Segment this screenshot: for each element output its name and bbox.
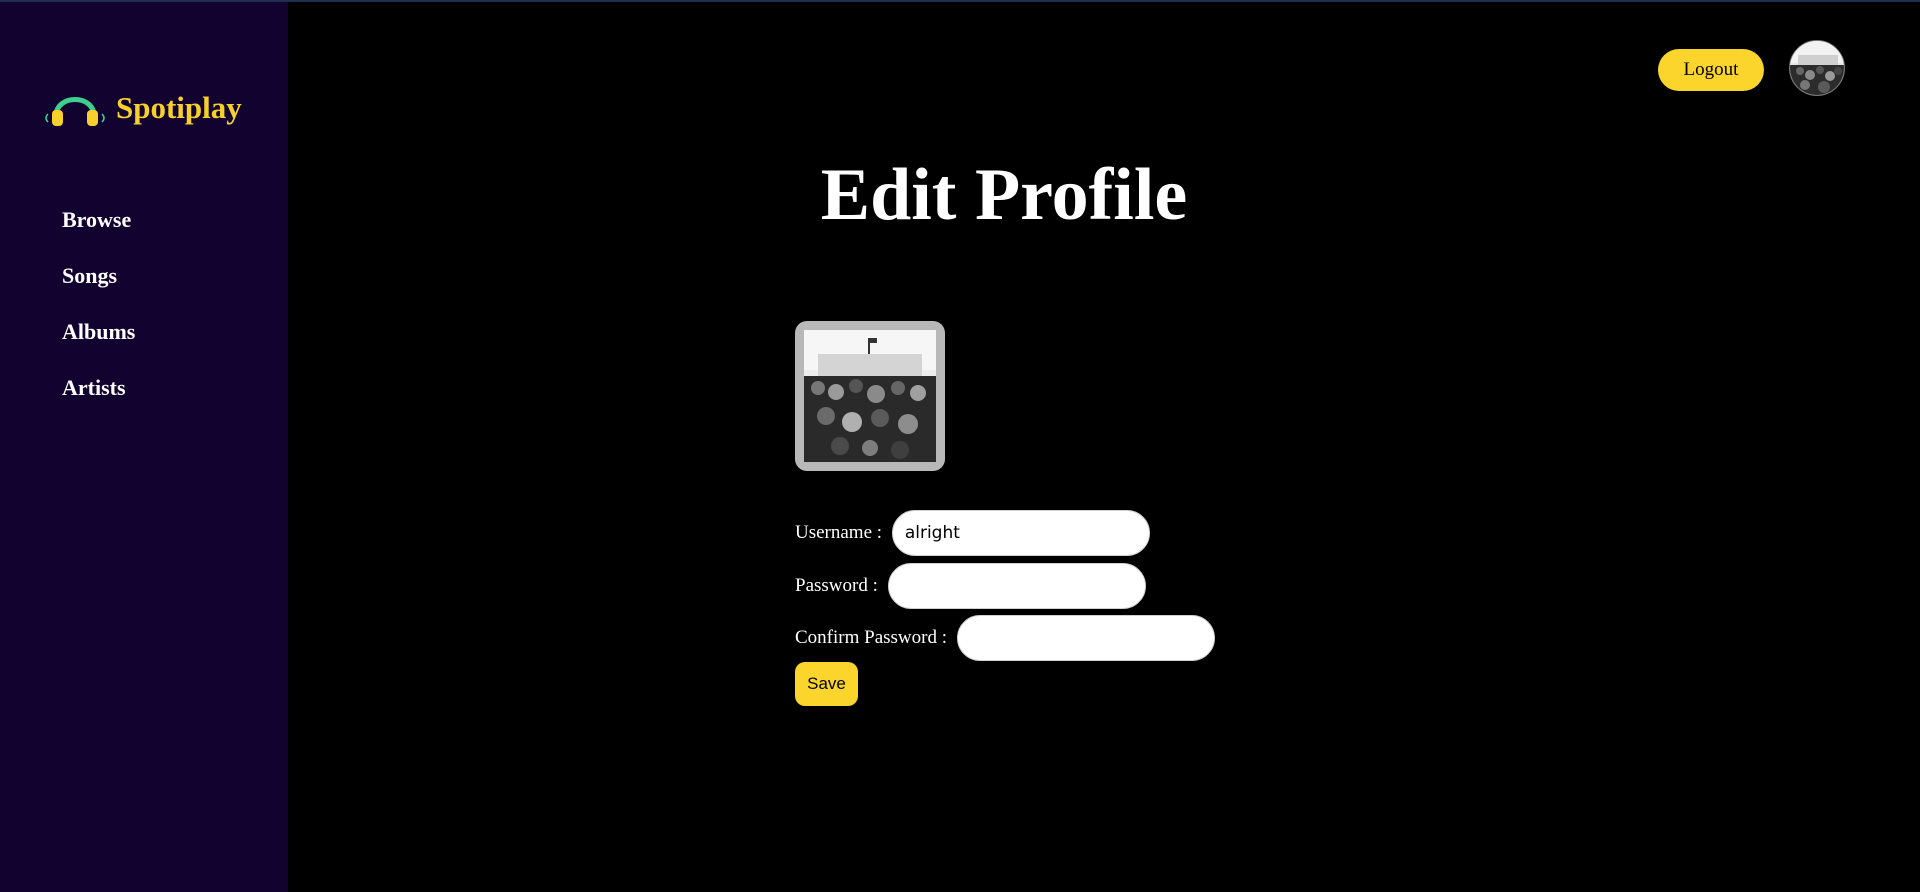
confirm-password-input[interactable] (956, 615, 1215, 661)
username-label: Username : (795, 522, 887, 543)
username-row: Username : (795, 510, 1150, 556)
username-input[interactable] (891, 510, 1150, 556)
sidebar-item-songs[interactable]: Songs (62, 263, 135, 289)
sidebar-nav: Browse Songs Albums Artists (62, 207, 135, 431)
sidebar-item-artists[interactable]: Artists (62, 375, 135, 401)
brand-logo[interactable]: Spotiplay (42, 86, 242, 128)
confirm-password-row: Confirm Password : (795, 615, 1215, 661)
user-avatar[interactable] (1789, 40, 1845, 96)
sidebar-item-albums[interactable]: Albums (62, 319, 135, 345)
profile-picture[interactable] (795, 321, 945, 471)
page-title: Edit Profile (820, 154, 1188, 236)
password-row: Password : (795, 563, 1146, 609)
top-accent-line (0, 0, 1920, 2)
password-input[interactable] (887, 563, 1146, 609)
password-label: Password : (795, 575, 883, 596)
save-button[interactable]: Save (795, 662, 858, 706)
profile-image (804, 330, 936, 462)
sidebar-item-browse[interactable]: Browse (62, 207, 135, 233)
logout-button[interactable]: Logout (1658, 49, 1764, 91)
confirm-password-label: Confirm Password : (795, 627, 952, 648)
avatar-image (1790, 41, 1844, 95)
sidebar: Spotiplay Browse Songs Albums Artists (0, 2, 288, 892)
headphones-icon (45, 97, 105, 126)
brand-name: Spotiplay (116, 89, 242, 125)
